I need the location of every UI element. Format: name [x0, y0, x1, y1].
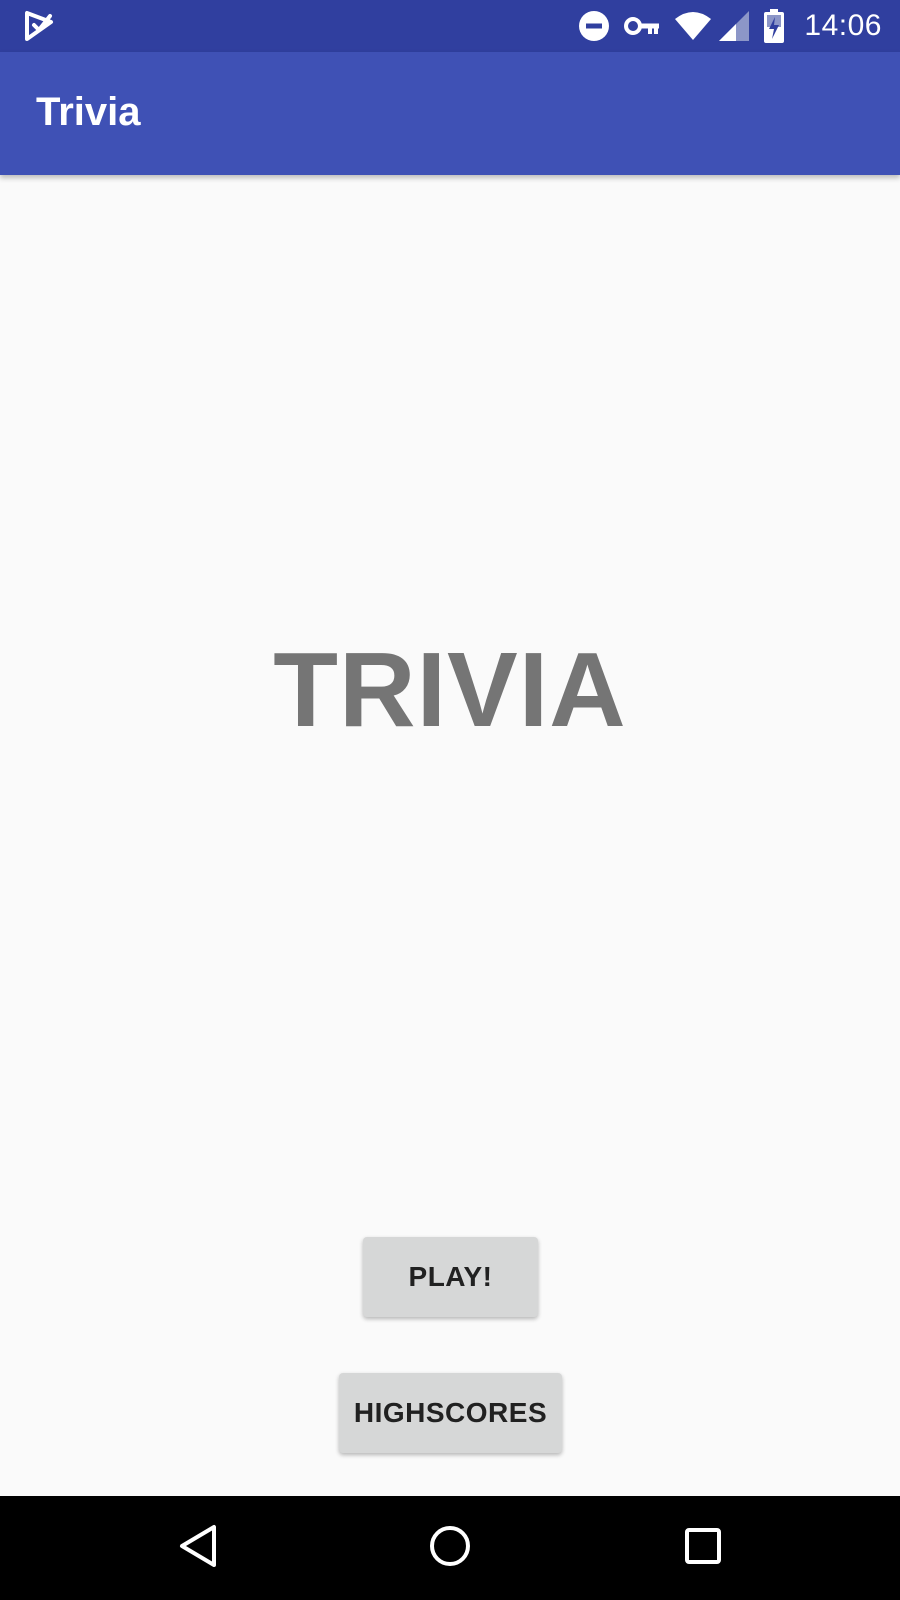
- page-title: TRIVIA: [273, 631, 627, 749]
- back-button[interactable]: [168, 1518, 228, 1578]
- app-bar-title: Trivia: [36, 90, 141, 134]
- status-bar: 14:06: [0, 0, 900, 52]
- recents-button[interactable]: [673, 1518, 733, 1578]
- app-bar: Trivia: [0, 52, 900, 175]
- home-icon: [429, 1525, 471, 1572]
- do-not-disturb-icon: [578, 10, 610, 42]
- wifi-icon: [674, 11, 712, 41]
- app-notification-icon: [24, 10, 56, 42]
- vpn-key-icon: [624, 15, 660, 37]
- play-button[interactable]: PLAY!: [363, 1237, 538, 1317]
- highscores-button[interactable]: HIGHSCORES: [339, 1373, 562, 1453]
- cell-signal-icon: [718, 10, 750, 42]
- status-icons: 14:06: [578, 0, 900, 52]
- screen: 14:06 Trivia TRIVIA PLAY! HIGHSCORES: [0, 0, 900, 1600]
- battery-charging-icon: [764, 9, 785, 43]
- recents-icon: [684, 1527, 722, 1570]
- back-icon: [178, 1524, 218, 1573]
- home-button[interactable]: [420, 1518, 480, 1578]
- status-clock: 14:06: [804, 9, 882, 42]
- navigation-bar: [0, 1496, 900, 1600]
